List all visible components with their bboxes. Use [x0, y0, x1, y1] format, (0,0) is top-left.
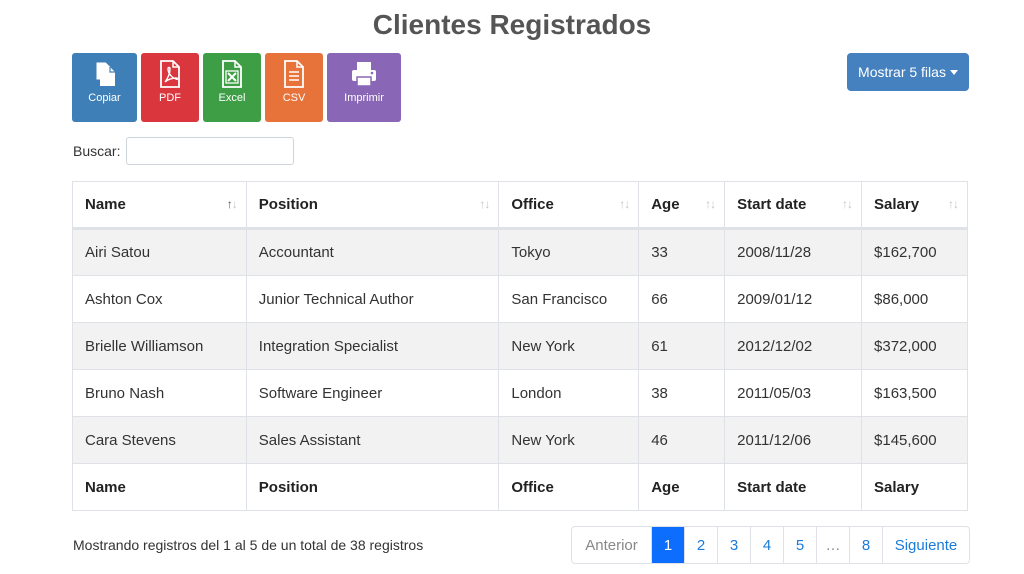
cell-salary: $372,000 — [861, 322, 968, 370]
page-title: Clientes Registrados — [372, 9, 652, 40]
footer-header-salary: Salary — [861, 463, 968, 511]
cell-office: New York — [498, 322, 640, 370]
table-info: Mostrando registros del 1 al 5 de un tot… — [73, 537, 424, 553]
column-header-label: Salary — [874, 196, 920, 213]
cell-salary: $145,600 — [861, 416, 968, 464]
copy-button[interactable]: Copiar — [72, 53, 137, 122]
table-row: Brielle Williamson Integration Specialis… — [72, 322, 968, 370]
pagination-previous[interactable]: Anterior — [572, 527, 651, 563]
pdf-file-icon — [158, 60, 182, 92]
footer-header-office: Office — [498, 463, 640, 511]
cell-name: Ashton Cox — [72, 275, 247, 323]
cell-office: London — [498, 369, 640, 417]
cell-salary: $163,500 — [861, 369, 968, 417]
table-footer-row: Name Position Office Age Start date Sala… — [72, 463, 968, 511]
pdf-button-label: PDF — [159, 92, 181, 104]
sort-icon: ↑↓ — [619, 197, 630, 211]
column-header-office[interactable]: Office ↑↓ — [498, 181, 640, 230]
pagination-next[interactable]: Siguiente — [882, 527, 969, 563]
cell-age: 61 — [638, 322, 726, 370]
excel-button-label: Excel — [218, 92, 246, 104]
footer-header-name: Name — [72, 463, 247, 511]
csv-button[interactable]: CSV — [265, 53, 323, 122]
table-row: Cara Stevens Sales Assistant New York 46… — [72, 416, 968, 464]
sort-icon: ↑↓ — [842, 197, 853, 211]
search-label: Buscar: — [73, 143, 121, 159]
cell-office: New York — [498, 416, 640, 464]
rows-per-page-dropdown[interactable]: Mostrar 5 filas — [847, 53, 969, 91]
sort-icon: ↑↓ — [948, 197, 959, 211]
column-header-label: Position — [258, 196, 318, 213]
sort-ascending-icon: ↑↓ — [226, 197, 238, 211]
copy-icon — [92, 60, 118, 92]
pagination-page-1[interactable]: 1 — [651, 527, 684, 563]
cell-office: San Francisco — [498, 275, 640, 323]
column-header-position[interactable]: Position ↑↓ — [245, 181, 500, 230]
cell-start-date: 2012/12/02 — [724, 322, 863, 370]
print-button[interactable]: Imprimir — [327, 53, 401, 122]
cell-name: Bruno Nash — [72, 369, 247, 417]
pagination-page-8[interactable]: 8 — [849, 527, 882, 563]
pagination-page-5[interactable]: 5 — [783, 527, 816, 563]
export-toolbar: Copiar PDF Excel CSV Imprimir — [72, 53, 401, 122]
excel-button[interactable]: Excel — [203, 53, 261, 122]
cell-position: Sales Assistant — [245, 416, 500, 464]
chevron-down-icon — [949, 69, 958, 75]
copy-button-label: Copiar — [88, 92, 121, 104]
pagination-page-2[interactable]: 2 — [684, 527, 717, 563]
cell-salary: $162,700 — [861, 228, 968, 276]
rows-per-page-label: Mostrar 5 filas — [858, 64, 946, 80]
print-button-label: Imprimir — [344, 92, 384, 104]
cell-age: 66 — [638, 275, 726, 323]
cell-name: Airi Satou — [72, 228, 247, 276]
cell-start-date: 2011/12/06 — [724, 416, 863, 464]
column-header-label: Name — [85, 196, 126, 213]
pagination-ellipsis: … — [816, 527, 849, 563]
pagination-page-3[interactable]: 3 — [717, 527, 750, 563]
cell-position: Software Engineer — [245, 369, 500, 417]
cell-salary: $86,000 — [861, 275, 968, 323]
cell-start-date: 2008/11/28 — [724, 228, 863, 276]
cell-age: 46 — [638, 416, 726, 464]
csv-button-label: CSV — [282, 92, 306, 104]
footer-header-start-date: Start date — [724, 463, 863, 511]
pdf-button[interactable]: PDF — [141, 53, 199, 122]
cell-position: Accountant — [245, 228, 500, 276]
cell-office: Tokyo — [498, 228, 640, 276]
search-bar: Buscar: — [73, 137, 295, 165]
table-header-row: Name ↑↓ Position ↑↓ Office ↑↓ Age ↑↓ Start d… — [72, 181, 968, 230]
column-header-start-date[interactable]: Start date ↑↓ — [724, 181, 863, 230]
column-header-label: Start date — [737, 196, 807, 213]
sort-icon: ↑↓ — [479, 197, 490, 211]
cell-start-date: 2009/01/12 — [724, 275, 863, 323]
column-header-age[interactable]: Age ↑↓ — [638, 181, 726, 230]
cell-position: Integration Specialist — [245, 322, 500, 370]
table-row: Ashton Cox Junior Technical Author San F… — [72, 275, 968, 323]
cell-position: Junior Technical Author — [245, 275, 500, 323]
pagination-page-4[interactable]: 4 — [750, 527, 783, 563]
clients-table: Name ↑↓ Position ↑↓ Office ↑↓ Age ↑↓ Start d… — [72, 181, 968, 511]
cell-name: Cara Stevens — [72, 416, 247, 464]
cell-age: 38 — [638, 369, 726, 417]
footer-header-age: Age — [638, 463, 726, 511]
column-header-label: Office — [511, 196, 554, 213]
csv-file-icon — [282, 60, 306, 92]
excel-file-icon — [220, 60, 244, 92]
column-header-salary[interactable]: Salary ↑↓ — [861, 181, 968, 230]
column-header-name[interactable]: Name ↑↓ — [72, 181, 247, 230]
cell-name: Brielle Williamson — [72, 322, 247, 370]
footer-header-position: Position — [245, 463, 500, 511]
cell-age: 33 — [638, 228, 726, 276]
table-row: Bruno Nash Software Engineer London 38 2… — [72, 369, 968, 417]
pagination: Anterior 1 2 3 4 5 … 8 Siguiente — [571, 526, 970, 564]
sort-icon: ↑↓ — [705, 197, 716, 211]
table-row: Airi Satou Accountant Tokyo 33 2008/11/2… — [72, 228, 968, 276]
cell-start-date: 2011/05/03 — [724, 369, 863, 417]
printer-icon — [349, 60, 379, 92]
column-header-label: Age — [651, 196, 680, 213]
search-input[interactable] — [126, 137, 295, 165]
